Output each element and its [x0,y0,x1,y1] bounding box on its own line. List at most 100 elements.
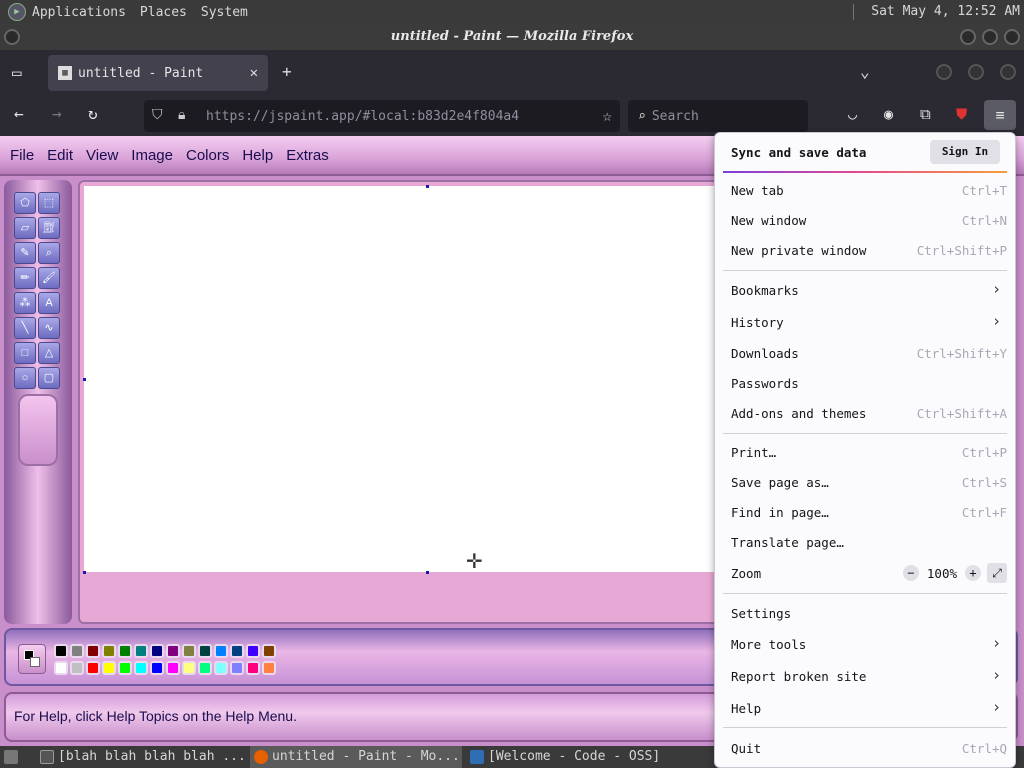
palette-swatch[interactable] [54,644,68,658]
ublock-icon[interactable]: ⛊ [956,105,967,123]
zoom-value[interactable]: 100% [927,566,957,581]
menu-help[interactable]: Help [242,147,273,164]
palette-swatch[interactable] [86,661,100,675]
magnifier-tool-icon[interactable]: ⌕ [38,242,60,264]
menu-help[interactable]: Help › [723,695,1007,723]
select-tool-icon[interactable]: ⬚ [38,192,60,214]
pocket-icon[interactable]: ◡ [848,105,857,123]
resize-handle-top[interactable] [426,185,429,188]
tab-paint[interactable]: ▦ untitled - Paint ✕ [48,55,268,91]
minimize-dot-icon[interactable] [936,64,952,80]
back-icon[interactable]: ← [14,104,24,123]
current-colors[interactable] [18,644,46,674]
polygon-tool-icon[interactable]: △ [38,342,60,364]
menu-settings[interactable]: Settings [723,600,1007,628]
maximize-button[interactable] [982,29,998,45]
palette-swatch[interactable] [118,644,132,658]
free-form-select-tool-icon[interactable]: ⬠ [14,192,36,214]
reload-icon[interactable]: ↻ [88,104,98,123]
app-menu-button[interactable]: ≡ [984,100,1016,130]
zoom-out-icon[interactable]: − [902,565,919,581]
places-menu[interactable]: Places [140,5,187,20]
list-tabs-icon[interactable]: ⌄ [860,62,870,81]
palette-swatch[interactable] [150,661,164,675]
resize-handle-bottom[interactable] [426,571,429,574]
palette-swatch[interactable] [182,661,196,675]
palette-swatch[interactable] [118,661,132,675]
curve-tool-icon[interactable]: ∿ [38,317,60,339]
palette-swatch[interactable] [246,661,260,675]
task-code[interactable]: [Welcome - Code - OSS] [466,746,706,768]
menu-passwords[interactable]: Passwords [723,370,1007,398]
palette-swatch[interactable] [86,644,100,658]
text-tool-icon[interactable]: A [38,292,60,314]
close-tab-icon[interactable]: ✕ [250,65,258,81]
close-dot-icon[interactable] [1000,64,1016,80]
menu-find-in-page[interactable]: Find in page… Ctrl+F [723,499,1007,527]
palette-swatch[interactable] [230,661,244,675]
palette-swatch[interactable] [54,661,68,675]
close-window-button[interactable] [1004,29,1020,45]
menu-save-page[interactable]: Save page as… Ctrl+S [723,469,1007,497]
bookmark-star-icon[interactable]: ☆ [602,106,612,125]
window-menu-button[interactable] [4,29,20,45]
palette-swatch[interactable] [182,644,196,658]
menu-edit[interactable]: Edit [47,147,73,164]
applications-menu[interactable]: Applications [32,5,126,20]
lock-icon[interactable]: 🔒︎ [178,107,185,123]
forward-icon[interactable]: → [52,104,62,123]
window-titlebar[interactable]: untitled - Paint — Mozilla Firefox [0,24,1024,50]
palette-swatch[interactable] [102,644,116,658]
brush-tool-icon[interactable]: 🖌︎ [38,267,60,289]
show-desktop-button[interactable] [0,746,26,768]
rectangle-tool-icon[interactable]: □ [14,342,36,364]
zoom-in-icon[interactable]: + [965,565,981,581]
palette-swatch[interactable] [198,661,212,675]
palette-swatch[interactable] [166,644,180,658]
menu-more-tools[interactable]: More tools › [723,631,1007,659]
menu-history[interactable]: History › [723,309,1007,337]
task-terminal[interactable]: [blah blah blah blah ... [36,746,246,768]
eraser-tool-icon[interactable]: ▱ [14,217,36,239]
menu-colors[interactable]: Colors [186,147,229,164]
minimize-button[interactable] [960,29,976,45]
palette-swatch[interactable] [230,644,244,658]
menu-new-private-window[interactable]: New private window Ctrl+Shift+P [723,237,1007,265]
palette-swatch[interactable] [262,661,276,675]
url-bar[interactable]: ⛉ 🔒︎ https://jspaint.app/#local:b83d2e4f… [144,100,620,132]
menu-quit[interactable]: Quit Ctrl+Q [723,735,1007,763]
palette-swatch[interactable] [134,661,148,675]
rounded-rectangle-tool-icon[interactable]: ▢ [38,367,60,389]
apps-logo-icon[interactable]: ▶ [8,3,26,21]
menu-file[interactable]: File [10,147,34,164]
new-tab-icon[interactable]: + [282,62,292,81]
search-bar[interactable]: ⌕ Search [628,100,808,132]
menu-view[interactable]: View [86,147,118,164]
clock[interactable]: Sat May 4, 12:52 AM [871,4,1020,19]
palette-swatch[interactable] [214,644,228,658]
ellipse-tool-icon[interactable]: ○ [14,367,36,389]
menu-extras[interactable]: Extras [286,147,329,164]
palette-swatch[interactable] [70,644,84,658]
drawing-canvas[interactable] [84,186,728,572]
palette-swatch[interactable] [102,661,116,675]
sign-in-button[interactable]: Sign In [930,140,1000,164]
menu-translate-page[interactable]: Translate page… [723,529,1007,557]
palette-swatch[interactable] [198,644,212,658]
menu-new-window[interactable]: New window Ctrl+N [723,207,1007,235]
tool-options-panel[interactable] [18,394,58,466]
fill-tool-icon[interactable]: ⛽︎ [38,217,60,239]
palette-swatch[interactable] [262,644,276,658]
menu-bookmarks[interactable]: Bookmarks › [723,277,1007,305]
extensions-icon[interactable]: ⧉ [920,105,931,123]
maximize-dot-icon[interactable] [968,64,984,80]
menu-addons[interactable]: Add-ons and themes Ctrl+Shift+A [723,400,1007,428]
system-menu[interactable]: System [201,5,248,20]
line-tool-icon[interactable]: ╲ [14,317,36,339]
resize-handle-left[interactable] [83,378,86,381]
menu-print[interactable]: Print… Ctrl+P [723,439,1007,467]
palette-swatch[interactable] [166,661,180,675]
task-firefox[interactable]: untitled - Paint - Mo... [250,746,462,768]
firefox-view-icon[interactable]: ▭ [12,63,22,82]
palette-swatch[interactable] [134,644,148,658]
